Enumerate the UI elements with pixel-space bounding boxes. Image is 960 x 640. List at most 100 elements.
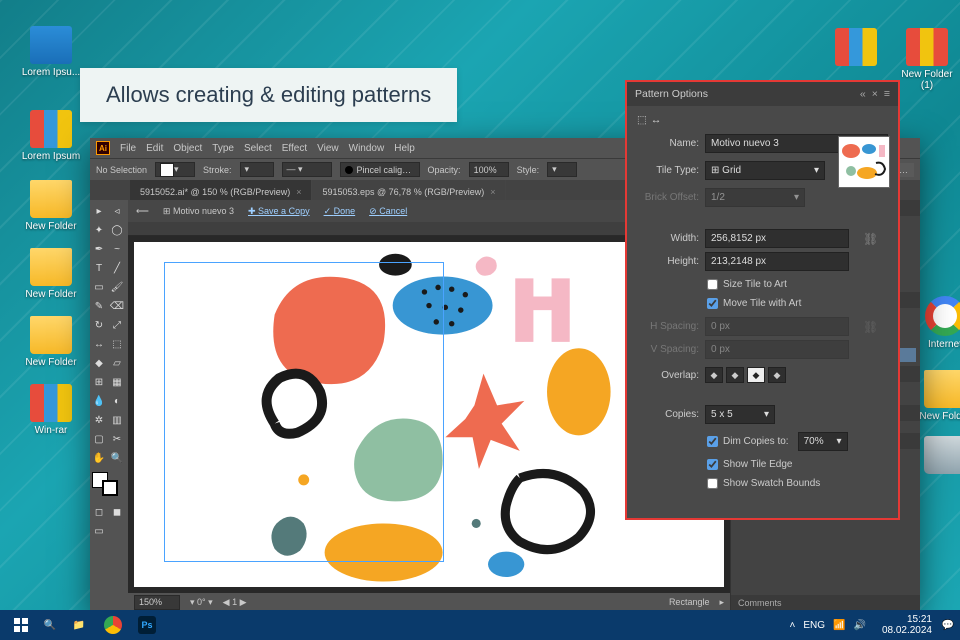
taskbar-chrome[interactable] — [96, 611, 130, 639]
overlap-left-front[interactable]: ◆ — [705, 367, 723, 383]
taskbar-explorer[interactable]: 📁 — [62, 611, 96, 639]
app-logo-icon[interactable]: Ai — [96, 141, 110, 155]
brush-preset[interactable]: Pincel calig… — [340, 162, 420, 177]
artboard-tool[interactable]: ▢ — [90, 430, 108, 448]
tile-type-select[interactable]: ⊞ Grid▾ — [705, 161, 825, 180]
perspective-tool[interactable]: ▱ — [108, 354, 126, 372]
lasso-tool[interactable]: ◯ — [108, 221, 126, 239]
overlap-bottom-front[interactable]: ◆ — [768, 367, 786, 383]
style-field[interactable]: ▾ — [547, 162, 577, 177]
search-button[interactable]: 🔍 — [38, 611, 62, 639]
copies-select[interactable]: 5 x 5▾ — [705, 405, 775, 424]
selection-tool[interactable]: ▸ — [90, 202, 108, 220]
eyedropper-tool[interactable]: 💧 — [90, 392, 108, 410]
direct-selection-tool[interactable]: ◃ — [108, 202, 126, 220]
tab-comments[interactable]: Comments — [731, 595, 789, 611]
desktop-icon-chrome[interactable]: Internet — [914, 296, 960, 350]
menu-help[interactable]: Help — [394, 143, 415, 154]
desktop-icon-binder[interactable] — [825, 28, 887, 69]
language-indicator[interactable]: ENG — [803, 620, 825, 631]
eraser-tool[interactable]: ⌫ — [108, 297, 126, 315]
dim-value-select[interactable]: 70%▾ — [798, 432, 848, 451]
rotate-tool[interactable]: ↻ — [90, 316, 108, 334]
desktop-icon-binder[interactable]: Lorem Ipsum — [20, 110, 82, 162]
dim-copies-checkbox[interactable]: Dim Copies to: 70%▾ — [707, 432, 888, 451]
magic-wand-tool[interactable]: ✦ — [90, 221, 108, 239]
document-tab[interactable]: 5915053.eps @ 76,78 % (RGB/Preview)× — [312, 180, 506, 200]
close-tab-icon[interactable]: × — [296, 187, 301, 197]
link-dimensions-icon[interactable]: ⛓ — [863, 232, 878, 246]
mesh-tool[interactable]: ⊞ — [90, 373, 108, 391]
menu-object[interactable]: Object — [173, 143, 202, 154]
wifi-icon[interactable]: 📶 — [833, 620, 845, 631]
desktop-icon-folder[interactable]: New Folder — [20, 248, 82, 300]
collapse-icon[interactable]: « — [860, 88, 866, 100]
menu-type[interactable]: Type — [212, 143, 234, 154]
menu-effect[interactable]: Effect — [282, 143, 307, 154]
width-input[interactable] — [705, 229, 849, 248]
shaper-tool[interactable]: ✎ — [90, 297, 108, 315]
type-tool[interactable]: T — [90, 259, 108, 277]
desktop-icon-folder[interactable]: New Folder — [20, 316, 82, 368]
draw-mode-normal[interactable]: ◻ — [90, 503, 108, 521]
desktop-icon-winrar[interactable]: Win-rar — [20, 384, 82, 436]
desktop-icon-trash[interactable] — [914, 436, 960, 477]
desktop-icon-binder2[interactable]: New Folder (1) — [896, 28, 958, 91]
stroke-profile[interactable]: — ▾ — [282, 162, 332, 177]
move-tile-with-art-checkbox[interactable]: Move Tile with Art — [707, 298, 888, 309]
rectangle-tool[interactable]: ▭ — [90, 278, 108, 296]
fill-stroke-picker[interactable]: ▾ — [155, 162, 195, 177]
menu-view[interactable]: View — [317, 143, 339, 154]
tile-edge-icon[interactable]: ⬚ — [637, 114, 647, 126]
opacity-field[interactable]: 100% — [469, 162, 509, 177]
document-tab[interactable]: 5915052.ai* @ 150 % (RGB/Preview)× — [130, 180, 312, 200]
blend-tool[interactable]: ◐ — [108, 392, 126, 410]
show-tile-edge-checkbox[interactable]: Show Tile Edge — [707, 459, 888, 470]
desktop-icon-pc[interactable]: Lorem Ipsu... — [20, 26, 82, 78]
shape-builder-tool[interactable]: ◆ — [90, 354, 108, 372]
graph-tool[interactable]: ▥ — [108, 411, 126, 429]
screen-mode[interactable]: ▭ — [90, 522, 108, 540]
hand-tool[interactable]: ✋ — [90, 449, 108, 467]
tile-resize-icon[interactable]: ↔ — [651, 114, 662, 126]
curvature-tool[interactable]: ~ — [108, 240, 126, 258]
menu-edit[interactable]: Edit — [146, 143, 163, 154]
volume-icon[interactable]: 🔊 — [853, 620, 865, 631]
scale-tool[interactable]: ⤢ — [108, 316, 126, 334]
gradient-tool[interactable]: ▦ — [108, 373, 126, 391]
desktop-icon-folder[interactable]: New Folder — [20, 180, 82, 232]
stroke-weight-field[interactable]: ▾ — [240, 162, 274, 177]
menu-window[interactable]: Window — [349, 143, 385, 154]
save-copy-link[interactable]: ✚ Save a Copy — [248, 206, 310, 217]
paintbrush-tool[interactable]: 🖌 — [108, 278, 126, 296]
done-link[interactable]: ✓ Done — [324, 206, 356, 217]
desktop-icon-folder[interactable]: New Folder — [914, 370, 960, 422]
start-button[interactable] — [4, 611, 38, 639]
zoom-tool[interactable]: 🔍 — [108, 449, 126, 467]
clock[interactable]: 15:21 08.02.2024 — [874, 614, 940, 636]
symbol-sprayer-tool[interactable]: ✲ — [90, 411, 108, 429]
close-tab-icon[interactable]: × — [490, 187, 495, 197]
close-icon[interactable]: × — [872, 88, 878, 100]
height-input[interactable] — [705, 252, 849, 271]
panel-titlebar[interactable]: Pattern Options « × ≡ — [627, 82, 898, 106]
menu-select[interactable]: Select — [244, 143, 272, 154]
menu-file[interactable]: File — [120, 143, 136, 154]
show-swatch-bounds-checkbox[interactable]: Show Swatch Bounds — [707, 478, 888, 489]
menu-icon[interactable]: ≡ — [884, 88, 890, 100]
size-tile-to-art-checkbox[interactable]: Size Tile to Art — [707, 279, 888, 290]
cancel-link[interactable]: ⊘ Cancel — [369, 206, 407, 217]
overlap-top-front[interactable]: ◆ — [747, 367, 765, 383]
zoom-field[interactable]: 150% — [134, 595, 180, 610]
overlap-right-front[interactable]: ◆ — [726, 367, 744, 383]
slice-tool[interactable]: ✂ — [108, 430, 126, 448]
pen-tool[interactable]: ✒ — [90, 240, 108, 258]
free-transform-tool[interactable]: ⬚ — [108, 335, 126, 353]
fill-stroke-swatch[interactable] — [92, 472, 122, 498]
tray-chevron-icon[interactable]: ˄ — [790, 620, 796, 631]
notifications-button[interactable]: 💬 — [940, 611, 956, 639]
width-tool[interactable]: ↔ — [90, 335, 108, 353]
taskbar-photoshop[interactable]: Ps — [130, 611, 164, 639]
draw-mode-behind[interactable]: ◼ — [108, 503, 126, 521]
line-tool[interactable]: ╱ — [108, 259, 126, 277]
